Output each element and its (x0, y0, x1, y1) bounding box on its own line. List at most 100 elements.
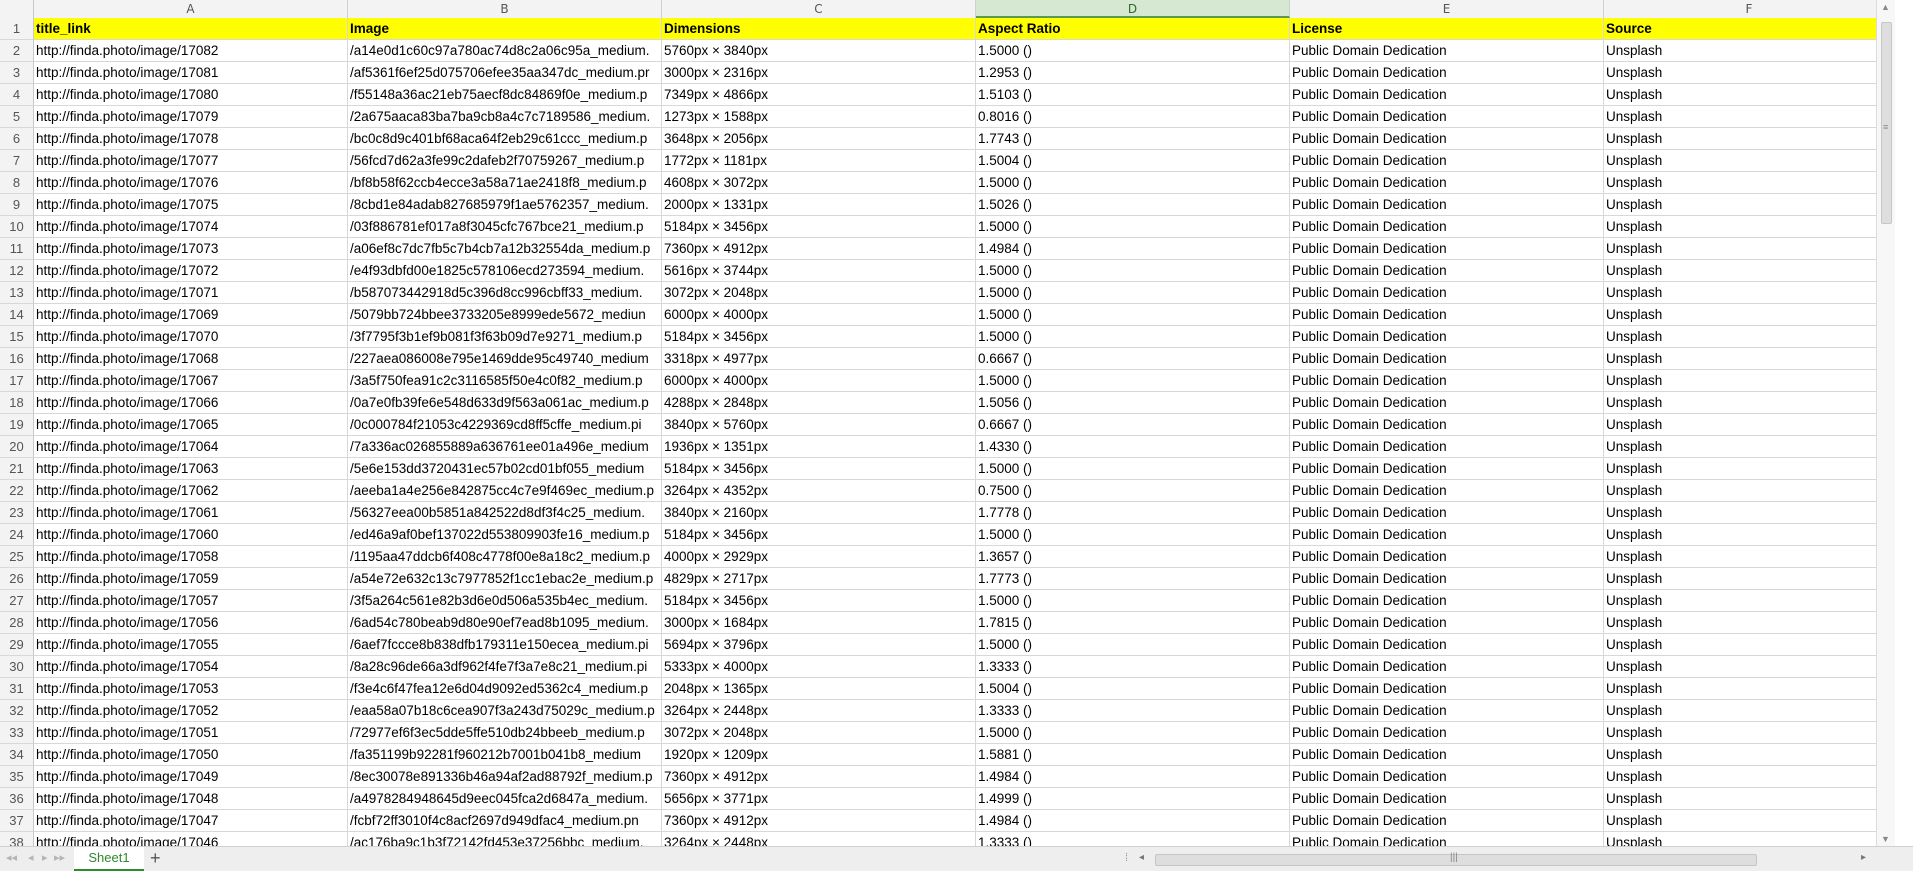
cell-title-link[interactable]: http://finda.photo/image/17049 (34, 766, 348, 788)
cell-source[interactable]: Unsplash (1604, 700, 1895, 722)
cell-dimensions[interactable]: 3648px × 2056px (662, 128, 976, 150)
cell-source[interactable]: Unsplash (1604, 546, 1895, 568)
cell-image[interactable]: /3a5f750fea91c2c3116585f50e4c0f82_medium… (348, 370, 662, 392)
row-header[interactable]: 9 (0, 194, 34, 216)
select-all-corner[interactable] (0, 0, 34, 18)
cell-image[interactable]: /3f7795f3b1ef9b081f3f63b09d7e9271_medium… (348, 326, 662, 348)
row-header[interactable]: 29 (0, 634, 34, 656)
add-sheet-icon[interactable]: + (150, 849, 161, 867)
cell-aspect-ratio[interactable]: 1.4984 () (976, 766, 1290, 788)
cell-title-link[interactable]: http://finda.photo/image/17079 (34, 106, 348, 128)
cell-license[interactable]: Public Domain Dedication (1290, 62, 1604, 84)
cell-aspect-ratio[interactable]: 1.5000 () (976, 524, 1290, 546)
cell-title-link[interactable]: http://finda.photo/image/17070 (34, 326, 348, 348)
cell-image[interactable]: /a06ef8c7dc7fb5c7b4cb7a12b32554da_medium… (348, 238, 662, 260)
cell-title-link[interactable]: http://finda.photo/image/17081 (34, 62, 348, 84)
cell-image[interactable]: /fa351199b92281f960212b7001b041b8_medium (348, 744, 662, 766)
cell-aspect-ratio[interactable]: 1.4999 () (976, 788, 1290, 810)
cell-aspect-ratio[interactable]: 1.3657 () (976, 546, 1290, 568)
cell-title-link[interactable]: http://finda.photo/image/17072 (34, 260, 348, 282)
cell-dimensions[interactable]: 3000px × 1684px (662, 612, 976, 634)
cell-dimensions[interactable]: 5184px × 3456px (662, 590, 976, 612)
cell-dimensions[interactable]: 3840px × 5760px (662, 414, 976, 436)
cell-image[interactable]: /f3e4c6f47fea12e6d04d9092ed5362c4_medium… (348, 678, 662, 700)
column-header-a[interactable]: A (34, 0, 348, 18)
cell-aspect-ratio[interactable]: 1.5103 () (976, 84, 1290, 106)
vertical-scrollbar[interactable]: ▲ ≡ ▼ (1876, 0, 1895, 846)
row-header[interactable]: 7 (0, 150, 34, 172)
cell-dimensions[interactable]: 5184px × 3456px (662, 326, 976, 348)
cell-aspect-ratio[interactable]: 1.5000 () (976, 634, 1290, 656)
cell-dimensions[interactable]: 3264px × 2448px (662, 700, 976, 722)
cell-dimensions[interactable]: 1772px × 1181px (662, 150, 976, 172)
cell-source[interactable]: Unsplash (1604, 612, 1895, 634)
cell-source[interactable]: Unsplash (1604, 282, 1895, 304)
cell-source[interactable]: Unsplash (1604, 238, 1895, 260)
cell-license[interactable]: Public Domain Dedication (1290, 260, 1604, 282)
row-header[interactable]: 16 (0, 348, 34, 370)
cell-title-link[interactable]: http://finda.photo/image/17048 (34, 788, 348, 810)
cell-source[interactable]: Unsplash (1604, 326, 1895, 348)
cell-title-link[interactable]: http://finda.photo/image/17050 (34, 744, 348, 766)
row-header[interactable]: 24 (0, 524, 34, 546)
cell-aspect-ratio[interactable]: 1.5000 () (976, 326, 1290, 348)
cell-image[interactable]: /3f5a264c561e82b3d6e0d506a535b4ec_medium… (348, 590, 662, 612)
row-header[interactable]: 19 (0, 414, 34, 436)
cell-license[interactable]: Public Domain Dedication (1290, 172, 1604, 194)
row-header[interactable]: 27 (0, 590, 34, 612)
cell-image[interactable]: /8cbd1e84adab827685979f1ae5762357_medium… (348, 194, 662, 216)
cell-title-link[interactable]: http://finda.photo/image/17059 (34, 568, 348, 590)
cell-dimensions[interactable]: 6000px × 4000px (662, 370, 976, 392)
cell-license[interactable]: Public Domain Dedication (1290, 238, 1604, 260)
row-header[interactable]: 21 (0, 458, 34, 480)
cell-title-link[interactable]: http://finda.photo/image/17046 (34, 832, 348, 846)
cell-title-link[interactable]: http://finda.photo/image/17076 (34, 172, 348, 194)
cell-aspect-ratio[interactable]: 1.5000 () (976, 304, 1290, 326)
cell-source[interactable]: Unsplash (1604, 502, 1895, 524)
cell-aspect-ratio[interactable]: 1.5881 () (976, 744, 1290, 766)
cell-image[interactable]: /a54e72e632c13c7977852f1cc1ebac2e_medium… (348, 568, 662, 590)
scroll-up-icon[interactable]: ▲ (1881, 2, 1890, 12)
cell-dimensions[interactable]: 5333px × 4000px (662, 656, 976, 678)
cell-dimensions[interactable]: 3072px × 2048px (662, 282, 976, 304)
cell-source[interactable]: Unsplash (1604, 722, 1895, 744)
last-sheet-icon[interactable]: ▸▸ (54, 851, 65, 864)
cell-dimensions[interactable]: 5694px × 3796px (662, 634, 976, 656)
cell-image[interactable]: /ac176ba9c1b3f72142fd453e37256bbc_medium… (348, 832, 662, 846)
cell-source[interactable]: Unsplash (1604, 590, 1895, 612)
row-header[interactable]: 18 (0, 392, 34, 414)
cell-license[interactable]: Public Domain Dedication (1290, 832, 1604, 846)
sheet-tab-sheet1[interactable]: Sheet1 (74, 847, 144, 871)
cell-license[interactable]: Public Domain Dedication (1290, 458, 1604, 480)
cell-dimensions[interactable]: 1920px × 1209px (662, 744, 976, 766)
row-header[interactable]: 5 (0, 106, 34, 128)
cell-title-link[interactable]: http://finda.photo/image/17071 (34, 282, 348, 304)
cell-license[interactable]: Public Domain Dedication (1290, 282, 1604, 304)
cell-source[interactable]: Unsplash (1604, 392, 1895, 414)
row-header[interactable]: 13 (0, 282, 34, 304)
cell-title-link[interactable]: http://finda.photo/image/17055 (34, 634, 348, 656)
cell-aspect-ratio[interactable]: 0.6667 () (976, 348, 1290, 370)
cell-title-link[interactable]: http://finda.photo/image/17062 (34, 480, 348, 502)
cell-aspect-ratio[interactable]: 1.2953 () (976, 62, 1290, 84)
next-sheet-icon[interactable]: ▸ (42, 851, 48, 864)
cell-image[interactable]: /72977ef6f3ec5dde5ffe510db24bbeeb_medium… (348, 722, 662, 744)
header-cell-title-link[interactable]: title_link (34, 18, 348, 40)
cell-dimensions[interactable]: 5184px × 3456px (662, 216, 976, 238)
prev-sheet-icon[interactable]: ◂ (28, 851, 34, 864)
cell-image[interactable]: /8a28c96de66a3df962f4fe7f3a7e8c21_medium… (348, 656, 662, 678)
cell-image[interactable]: /bc0c8d9c401bf68aca64f2eb29c61ccc_medium… (348, 128, 662, 150)
cell-dimensions[interactable]: 5184px × 3456px (662, 458, 976, 480)
row-header[interactable]: 22 (0, 480, 34, 502)
cell-title-link[interactable]: http://finda.photo/image/17057 (34, 590, 348, 612)
cell-source[interactable]: Unsplash (1604, 480, 1895, 502)
cell-source[interactable]: Unsplash (1604, 524, 1895, 546)
header-cell-dimensions[interactable]: Dimensions (662, 18, 976, 40)
cell-source[interactable]: Unsplash (1604, 216, 1895, 238)
cell-dimensions[interactable]: 4608px × 3072px (662, 172, 976, 194)
row-header[interactable]: 36 (0, 788, 34, 810)
cell-license[interactable]: Public Domain Dedication (1290, 590, 1604, 612)
cell-aspect-ratio[interactable]: 1.5000 () (976, 282, 1290, 304)
cell-source[interactable]: Unsplash (1604, 260, 1895, 282)
cell-dimensions[interactable]: 3840px × 2160px (662, 502, 976, 524)
